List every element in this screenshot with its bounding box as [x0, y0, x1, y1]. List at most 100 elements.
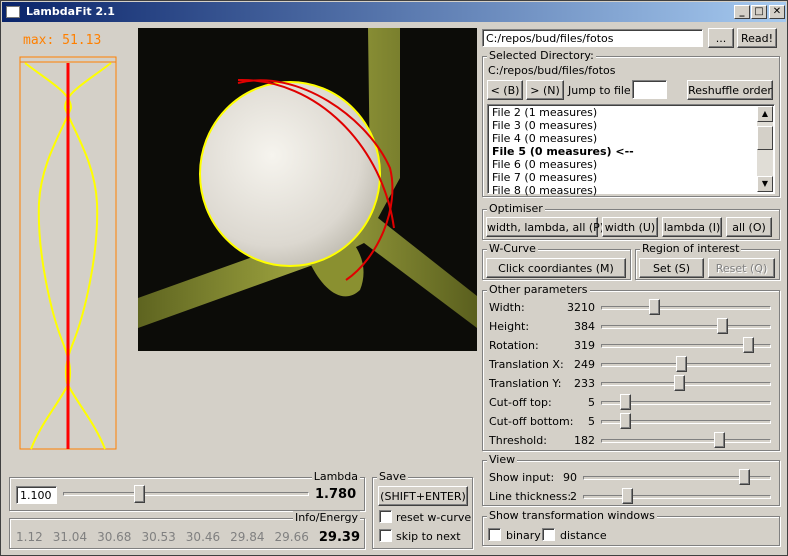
reshuffle-button[interactable]: Reshuffle order — [687, 80, 773, 100]
close-button[interactable]: ✕ — [769, 5, 785, 19]
w-curve-right — [63, 62, 112, 450]
param-slider-track[interactable] — [601, 306, 771, 310]
file-list-item[interactable]: File 4 (0 measures) — [489, 132, 757, 145]
energy-value: 29.84 — [230, 530, 265, 544]
browse-button[interactable]: ... — [708, 28, 734, 48]
param-slider-thumb[interactable] — [738, 469, 750, 485]
scroll-up-icon[interactable]: ▲ — [757, 106, 773, 122]
distance-checkbox[interactable] — [542, 528, 555, 541]
maximize-button[interactable]: □ — [751, 5, 767, 19]
lambda-slider-track[interactable] — [63, 492, 309, 496]
param-slider-thumb[interactable] — [742, 337, 754, 353]
param-slider-thumb[interactable] — [717, 318, 729, 334]
file-list-item[interactable]: File 7 (0 measures) — [489, 171, 757, 184]
param-slider-thumb[interactable] — [648, 299, 660, 315]
param-value: 2 — [570, 490, 577, 503]
selected-directory-title: Selected Directory: — [487, 49, 596, 62]
w-curve-plot — [19, 56, 117, 450]
param-label: Width: — [489, 301, 525, 314]
param-slider-thumb[interactable] — [675, 356, 687, 372]
path-input-value: C:/repos/bud/files/fotos — [486, 32, 614, 45]
title-bar[interactable]: LambdaFit 2.1 _ □ ✕ — [2, 2, 786, 22]
save-button[interactable]: (SHIFT+ENTER) — [378, 486, 468, 506]
file-list-item[interactable]: File 2 (1 measures) — [489, 106, 757, 119]
click-coordinates-button[interactable]: Click coordiantes (M) — [486, 258, 626, 278]
lambda-title: Lambda — [311, 470, 360, 483]
energy-value: 31.04 — [52, 530, 88, 544]
param-slider-track[interactable] — [601, 325, 771, 329]
param-label: Rotation: — [489, 339, 539, 352]
binary-label: binary — [506, 529, 541, 542]
image-view[interactable] — [138, 28, 477, 351]
wcurve-title: W-Curve — [487, 242, 538, 255]
info-energy-title: Info/Energy — [292, 511, 360, 524]
jump-to-file-input[interactable] — [632, 80, 667, 99]
next-file-button[interactable]: > (N) — [526, 80, 564, 100]
app-window: LambdaFit 2.1 _ □ ✕ max: 51.13 C:/repos/… — [0, 0, 788, 556]
scroll-thumb[interactable] — [757, 126, 773, 150]
file-list-item[interactable]: File 3 (0 measures) — [489, 119, 757, 132]
optimise-o-button[interactable]: all (O) — [726, 217, 772, 237]
selected-directory-path: C:/repos/bud/files/fotos — [488, 64, 616, 77]
param-slider-thumb[interactable] — [713, 432, 725, 448]
energy-value: 30.53 — [141, 530, 176, 544]
file-list-item[interactable]: File 5 (0 measures) <-- — [489, 145, 757, 158]
read-button[interactable]: Read! — [737, 28, 777, 48]
energy-current: 29.39 — [318, 530, 360, 545]
param-slider-thumb[interactable] — [621, 488, 633, 504]
param-slider-track[interactable] — [601, 439, 771, 443]
path-input[interactable]: C:/repos/bud/files/fotos — [482, 29, 703, 47]
save-title: Save — [377, 470, 409, 483]
param-slider-thumb[interactable] — [674, 375, 686, 391]
energy-value: 29.66 — [274, 530, 309, 544]
optimise-all-button[interactable]: width, lambda, all (P) — [486, 217, 604, 237]
max-label: max: 51.13 — [23, 33, 102, 48]
param-label: Translation X: — [489, 358, 564, 371]
view-title: View — [487, 453, 518, 466]
reset-wcurve-label: reset w-curve — [396, 511, 472, 524]
param-slider-thumb[interactable] — [620, 394, 632, 410]
energy-value: 30.68 — [97, 530, 132, 544]
minimize-button[interactable]: _ — [734, 5, 750, 19]
lambda-slider-thumb[interactable] — [133, 485, 145, 503]
param-value: 233 — [574, 377, 595, 390]
optimise-lambda-button[interactable]: lambda (I) — [662, 217, 722, 237]
window-title: LambdaFit 2.1 — [26, 5, 115, 18]
distance-label: distance — [560, 529, 607, 542]
scroll-down-icon[interactable]: ▼ — [757, 176, 773, 192]
param-value: 3210 — [567, 301, 595, 314]
param-slider-track[interactable] — [583, 495, 771, 499]
optimiser-title: Optimiser — [487, 202, 545, 215]
skip-to-next-checkbox[interactable] — [379, 529, 392, 542]
energy-value: 1.12 — [16, 530, 43, 544]
w-curve-left — [24, 62, 73, 450]
binary-checkbox[interactable] — [488, 528, 501, 541]
param-slider-thumb[interactable] — [620, 413, 632, 429]
file-list-scrollbar[interactable]: ▲ ▼ — [757, 106, 773, 192]
file-list-item[interactable]: File 6 (0 measures) — [489, 158, 757, 171]
roi-reset-button: Reset (Q) — [708, 258, 775, 278]
param-value: 182 — [574, 434, 595, 447]
optimise-width-button[interactable]: width (U) — [602, 217, 658, 237]
lambda-value: 1.780 — [315, 487, 357, 502]
transform-windows-title: Show transformation windows — [487, 509, 657, 522]
roi-set-button[interactable]: Set (S) — [639, 258, 704, 278]
param-label: Threshold: — [489, 434, 547, 447]
param-value: 319 — [574, 339, 595, 352]
jump-to-file-label: Jump to file: — [568, 84, 635, 97]
app-icon — [6, 6, 20, 18]
file-list-items: File 2 (1 measures) File 3 (0 measures) Fi… — [489, 106, 757, 197]
file-list[interactable]: File 2 (1 measures) File 3 (0 measures) Fi… — [487, 104, 775, 197]
param-value: 90 — [563, 471, 577, 484]
param-value: 249 — [574, 358, 595, 371]
roi-title: Region of interest — [640, 242, 742, 255]
skip-to-next-label: skip to next — [396, 530, 461, 543]
param-value: 384 — [574, 320, 595, 333]
param-slider-track[interactable] — [601, 382, 771, 386]
param-value: 5 — [588, 415, 595, 428]
param-label: Cut-off top: — [489, 396, 552, 409]
lambda-input[interactable]: 1.100 — [16, 486, 57, 504]
file-list-item[interactable]: File 8 (0 measures) — [489, 184, 757, 197]
prev-file-button[interactable]: < (B) — [487, 80, 523, 100]
reset-wcurve-checkbox[interactable] — [379, 510, 392, 523]
